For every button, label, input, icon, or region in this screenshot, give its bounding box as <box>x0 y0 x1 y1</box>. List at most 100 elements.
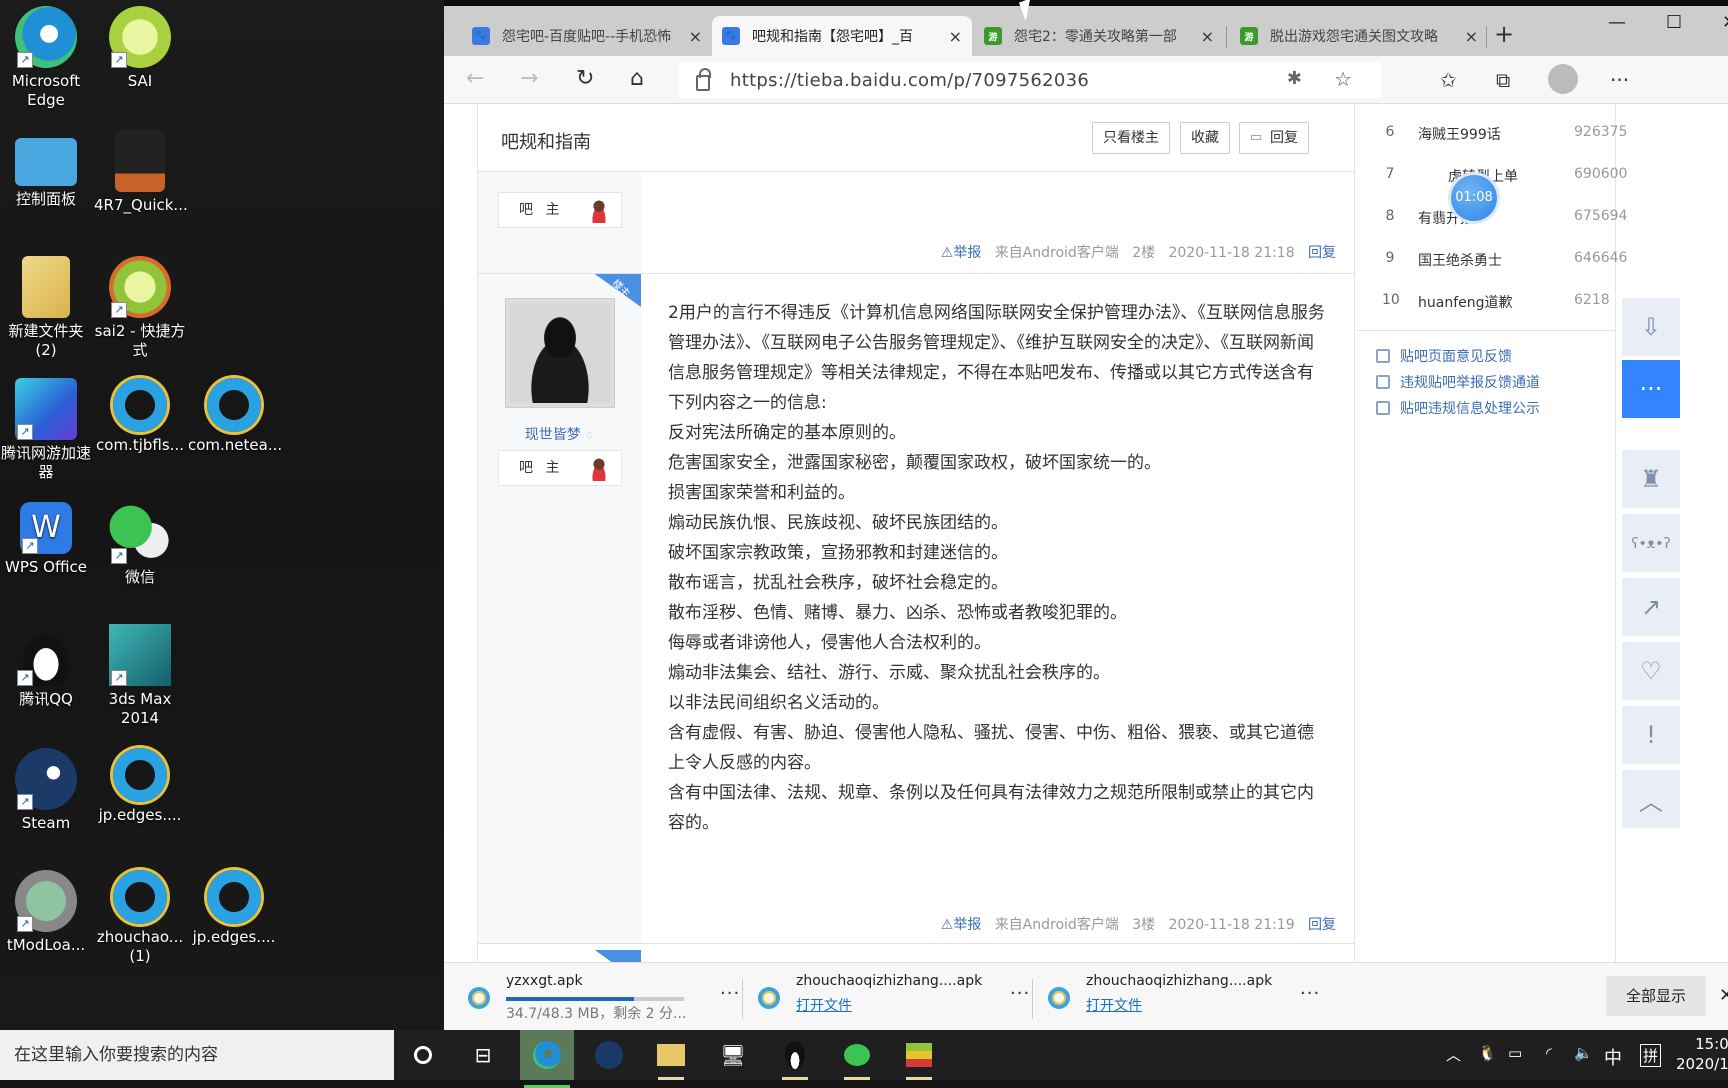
refresh-button[interactable]: ↻ <box>576 66 594 91</box>
desktop-icon-jp-edges[interactable]: jp.edges.... <box>94 748 186 825</box>
desktop-icon-sai[interactable]: ↗ SAI <box>94 6 186 91</box>
phone-download-icon[interactable]: ⇩ <box>1622 298 1680 356</box>
post-reply-link[interactable]: 回复 <box>1308 245 1336 261</box>
desktop-icon-jp-edges-2[interactable]: jp.edges.... <box>188 870 280 947</box>
reply-button[interactable]: ▭ 回复 <box>1239 122 1309 154</box>
report-bubble-icon[interactable]: ! <box>1622 706 1680 764</box>
show-all-downloads-button[interactable]: 全部显示 <box>1606 976 1706 1016</box>
desktop-icon-tencent-accelerator[interactable]: ↗ 腾讯网游加速器 <box>0 378 92 482</box>
close-tab-icon[interactable]: × <box>689 27 702 46</box>
bazhu-badge: 吧 主 <box>498 192 622 228</box>
bazhu-badge: 吧 主 <box>498 450 622 486</box>
ime-mode-indicator[interactable]: 拼 <box>1640 1044 1662 1067</box>
back-button[interactable]: ← <box>466 66 484 91</box>
tab-3[interactable]: 游脱出游戏怨宅通关图文攻略 × <box>1230 16 1488 56</box>
desktop-icon-edge[interactable]: ↗ Microsoft Edge <box>0 6 92 110</box>
desktop-icon-zbrush[interactable]: 4R7_Quick... <box>94 130 188 215</box>
desktop-icon-tmodloader[interactable]: ↗ tModLoa... <box>0 870 92 955</box>
desktop-icon-steam[interactable]: ↗ Steam <box>0 748 92 833</box>
desktop-icon-control-panel[interactable]: 控制面板 <box>0 130 92 209</box>
favorites-icon[interactable]: ✩ <box>1440 68 1457 92</box>
taskbar-edge-icon[interactable] <box>520 1030 574 1088</box>
close-tab-icon[interactable]: × <box>1201 27 1214 46</box>
minimize-button[interactable]: — <box>1608 12 1626 33</box>
taskbar-computer-icon[interactable]: 🖥 <box>716 1038 750 1072</box>
taskbar-bluestacks-icon[interactable] <box>902 1038 936 1080</box>
taskbar-search-input[interactable]: 在这里输入你要搜索的内容 <box>0 1030 394 1080</box>
download-more-button[interactable]: ··· <box>1010 983 1030 1004</box>
hot-list-item[interactable]: 9 国王绝杀勇士 646646 <box>1356 250 1628 292</box>
desktop-icon-zhouchao[interactable]: zhouchao... (1) <box>94 870 186 966</box>
violation-notice-link[interactable]: 贴吧违规信息处理公示 <box>1376 398 1540 418</box>
heart-icon[interactable]: ♡ <box>1622 642 1680 700</box>
desktop-icon-com-tjbfls[interactable]: com.tjbfls... <box>94 378 186 455</box>
desktop-icon-sai2[interactable]: ↗ sai2 - 快捷方式 <box>94 256 186 360</box>
profile-avatar[interactable] <box>1548 64 1578 94</box>
system-clock[interactable]: 15:052020/12 <box>1676 1034 1728 1074</box>
desktop-icon-qq[interactable]: ↗ 腾讯QQ <box>0 624 92 709</box>
close-download-bar-button[interactable]: ✕ <box>1719 985 1728 1006</box>
extension-blocked-icon[interactable]: ✱ <box>1287 68 1302 89</box>
hot-list-item[interactable]: 6 海贼王999话 926375 <box>1356 124 1628 166</box>
settings-more-button[interactable]: ··· <box>1610 68 1629 92</box>
favorite-button[interactable]: 收藏 <box>1180 122 1230 154</box>
home-button[interactable]: ⌂ <box>630 66 644 91</box>
right-sidebar: 5 …… 6海贼王999话926375 7虎转型上单690600 8有翡开播67… <box>1356 104 1628 962</box>
shortcut-arrow-icon: ↗ <box>17 794 33 810</box>
desktop-icon-wps[interactable]: W ↗ WPS Office <box>0 502 92 577</box>
recording-timer[interactable]: 01:08 <box>1451 175 1497 221</box>
desktop-icon-3dsmax[interactable]: ↗ 3ds Max 2014 <box>94 624 186 728</box>
download-item[interactable]: yzxxgt.apk 34.7/48.3 MB，剩余 2 分... ··· <box>468 973 739 1022</box>
magic-hat-icon[interactable]: ♜ <box>1622 450 1680 508</box>
close-tab-icon[interactable]: × <box>1465 27 1478 46</box>
address-bar[interactable]: https://tieba.baidu.com/p/7097562036 ✱ ☆ <box>678 62 1382 98</box>
tray-qq-icon[interactable]: 🐧 <box>1478 1044 1497 1062</box>
battery-icon[interactable]: ▭ <box>1508 1044 1522 1062</box>
task-view-icon[interactable]: ⊟ <box>466 1038 500 1072</box>
share-icon[interactable]: ↗ <box>1622 578 1680 636</box>
forward-button[interactable]: → <box>520 66 538 91</box>
user-avatar[interactable] <box>505 298 615 408</box>
game-site-icon: 游 <box>984 27 1002 45</box>
report-link[interactable]: ⚠举报 <box>941 917 982 933</box>
chat-bubble-icon[interactable]: ··· <box>1622 360 1680 418</box>
desktop-icon-wechat[interactable]: ↗ 微信 <box>94 502 186 587</box>
report-link[interactable]: ⚠举报 <box>941 245 982 261</box>
download-more-button[interactable]: ··· <box>720 983 740 1004</box>
tab-0[interactable]: 🐾 怨宅吧-百度贴吧--手机恐怖 × <box>462 16 712 56</box>
hot-list-item[interactable]: 10 huanfeng道歉 6218 <box>1356 292 1616 334</box>
feedback-link[interactable]: 贴吧页面意见反馈 <box>1376 346 1512 366</box>
wifi-icon[interactable]: ◜ <box>1546 1044 1552 1062</box>
cortana-icon[interactable] <box>406 1038 440 1072</box>
bear-face-icon[interactable]: ʕ•ᴥ•ʔ <box>1622 514 1680 572</box>
admin-avatar-icon <box>589 457 609 481</box>
add-favorite-icon[interactable]: ☆ <box>1334 67 1352 91</box>
tab-2[interactable]: 游怨宅2：零通关攻略第一部 × <box>974 16 1224 56</box>
report-channel-link[interactable]: 违规贴吧举报反馈通道 <box>1376 372 1540 392</box>
taskbar-wechat-icon[interactable] <box>840 1038 874 1080</box>
show-hidden-icons-button[interactable]: ︿ <box>1446 1044 1461 1065</box>
lock-icon[interactable] <box>696 68 711 91</box>
back-to-top-icon[interactable]: ︿ <box>1622 770 1680 828</box>
taskbar-qq-icon[interactable] <box>778 1038 812 1080</box>
desktop-icon-com-netea[interactable]: com.netea... <box>188 378 282 455</box>
close-tab-icon[interactable]: × <box>949 27 962 46</box>
download-more-button[interactable]: ··· <box>1300 983 1320 1004</box>
ime-language-indicator[interactable]: 中 <box>1604 1044 1622 1070</box>
tab-1[interactable]: 🐾 吧规和指南【怨宅吧】_百 × <box>712 16 972 56</box>
new-tab-button[interactable]: + <box>1494 20 1514 48</box>
taskbar-steam-icon[interactable] <box>592 1038 626 1072</box>
only-op-button[interactable]: 只看楼主 <box>1092 122 1170 154</box>
open-file-link[interactable]: 打开文件 <box>1086 995 1142 1015</box>
close-window-button[interactable]: ✕ <box>1722 12 1728 33</box>
post-reply-link[interactable]: 回复 <box>1308 917 1336 933</box>
desktop-icon-folder[interactable]: 新建文件夹 (2) <box>0 256 92 360</box>
download-item[interactable]: zhouchaoqizhizhang....apk 打开文件 ··· <box>1048 973 1319 1021</box>
collections-icon[interactable]: ⧉ <box>1496 68 1510 92</box>
taskbar-file-explorer-icon[interactable] <box>654 1038 688 1080</box>
download-item[interactable]: zhouchaoqizhizhang....apk 打开文件 ··· <box>758 973 1029 1021</box>
maximize-button[interactable]: ☐ <box>1666 12 1682 33</box>
volume-icon[interactable]: 🔈 <box>1574 1044 1593 1062</box>
open-file-link[interactable]: 打开文件 <box>796 995 852 1015</box>
username-link[interactable]: 现世皆梦 ♢ <box>478 424 641 444</box>
